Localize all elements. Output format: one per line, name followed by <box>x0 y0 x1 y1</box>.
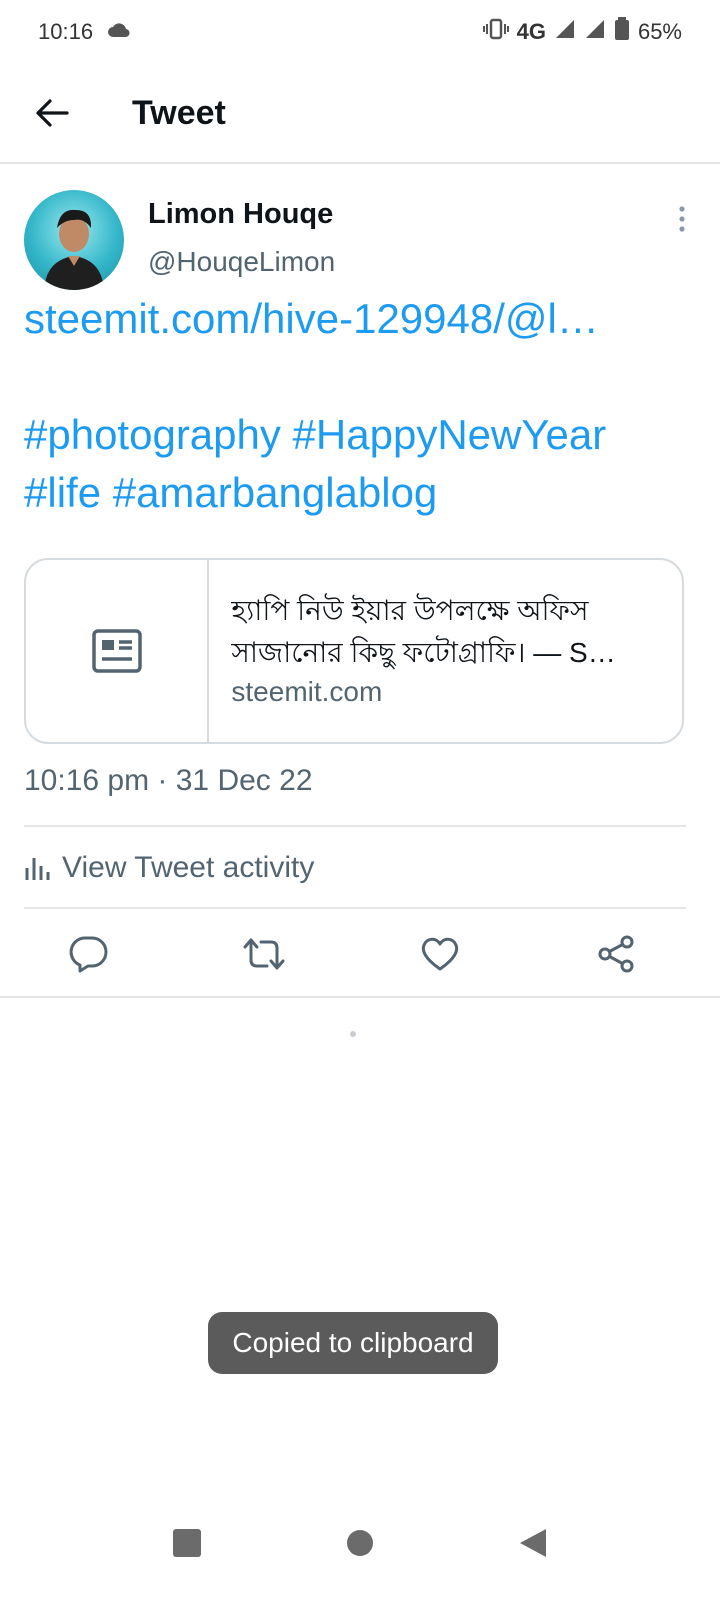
divider <box>0 996 720 998</box>
more-button[interactable] <box>670 204 694 234</box>
card-domain: steemit.com <box>231 676 383 707</box>
tweet-link[interactable]: steemit.com/hive-129948/@l… <box>24 290 694 348</box>
hashtags-line-2[interactable]: #life #amarbanglablog <box>24 464 694 522</box>
reply-button[interactable] <box>0 912 176 996</box>
view-tweet-activity[interactable]: View Tweet activity <box>24 844 314 892</box>
triangle-back-icon <box>520 1528 547 1557</box>
status-right: 4G 65% <box>482 17 682 47</box>
avatar[interactable] <box>24 190 124 290</box>
link-preview-card[interactable]: হ্যাপি নিউ ইয়ার উপলক্ষে অফিস সাজানোর কি… <box>24 558 684 744</box>
like-button[interactable] <box>352 912 528 996</box>
home-button[interactable] <box>345 1528 375 1563</box>
tweet-timestamp[interactable]: 10:16 pm · 31 Dec 22 <box>24 764 313 798</box>
status-left: 10:16 <box>38 19 131 45</box>
toast-message: Copied to clipboard <box>208 1312 498 1374</box>
tweet-author: Limon Houqe @HouqeLimon <box>24 190 700 290</box>
battery-icon <box>614 17 630 47</box>
arrow-left-icon <box>36 99 69 127</box>
card-body: হ্যাপি নিউ ইয়ার উপলক্ষে অফিস সাজানোর কি… <box>209 560 682 742</box>
network-type: 4G <box>516 19 546 44</box>
share-icon <box>598 935 634 973</box>
hashtags-line-1[interactable]: #photography #HappyNewYear <box>24 406 694 464</box>
loading-indicator <box>350 1031 356 1037</box>
cloud-icon <box>107 19 131 45</box>
recents-button[interactable] <box>172 1528 202 1563</box>
card-title-line-1: হ্যাপি নিউ ইয়ার উপলক্ষে অফিস <box>231 595 589 626</box>
reply-icon <box>69 936 108 973</box>
author-handle[interactable]: @HouqeLimon <box>148 246 335 278</box>
retweet-icon <box>243 938 285 970</box>
circle-icon <box>346 1529 373 1556</box>
back-nav-button[interactable] <box>518 1527 548 1564</box>
app-bar: Tweet <box>0 64 720 164</box>
card-thumbnail <box>26 560 210 742</box>
status-bar: 10:16 4G 65% <box>0 0 720 64</box>
tweet-text: steemit.com/hive-129948/@l… #photography… <box>24 290 694 522</box>
retweet-button[interactable] <box>176 912 352 996</box>
divider <box>24 907 686 909</box>
system-nav-bar <box>0 1490 720 1600</box>
more-vertical-icon <box>679 206 685 232</box>
battery-level: 65% <box>637 19 682 44</box>
card-title: হ্যাপি নিউ ইয়ার উপলক্ষে অফিস সাজানোর কি… <box>231 590 660 674</box>
signal-icon-2 <box>584 18 606 46</box>
card-title-line-2: সাজানোর কিছু ফটোগ্রাফি। — S… <box>231 637 616 668</box>
heart-icon <box>421 937 459 971</box>
divider <box>24 825 686 827</box>
share-button[interactable] <box>528 912 704 996</box>
bar-chart-icon <box>25 858 50 880</box>
article-icon <box>91 629 142 673</box>
signal-icon <box>554 18 576 46</box>
author-name[interactable]: Limon Houqe <box>148 198 333 231</box>
square-icon <box>172 1528 201 1557</box>
status-time: 10:16 <box>38 19 94 44</box>
vibrate-icon <box>482 18 509 46</box>
tweet-actions <box>0 912 720 996</box>
page-title: Tweet <box>132 93 226 132</box>
activity-label: View Tweet activity <box>62 851 315 884</box>
back-button[interactable] <box>20 81 84 145</box>
